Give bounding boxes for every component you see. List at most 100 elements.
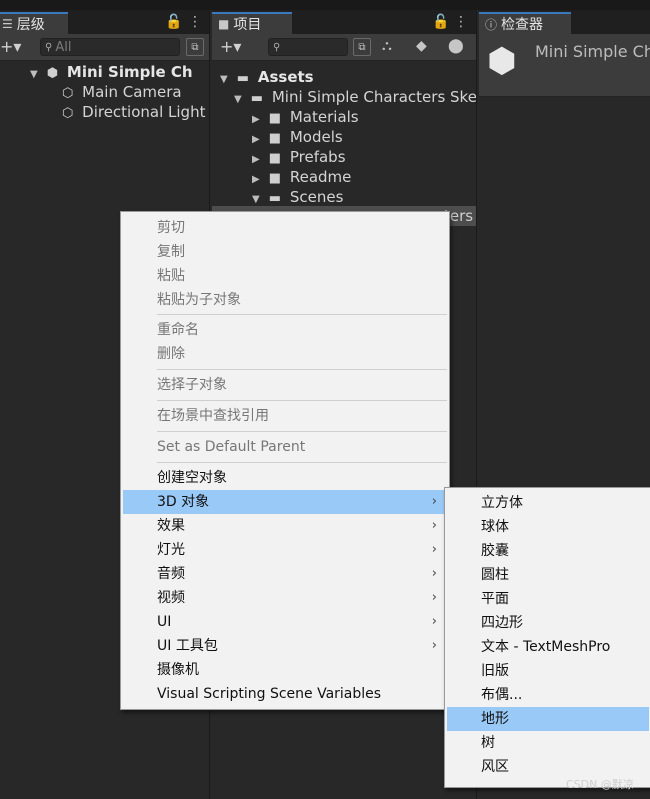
menu-item-effects[interactable]: 效果 › xyxy=(123,514,447,538)
hierarchy-item-main-camera[interactable]: ⬡ Main Camera xyxy=(62,82,182,102)
submenu-item-tree[interactable]: 树 xyxy=(447,731,649,755)
submenu-item-ragdoll[interactable]: 布偶... xyxy=(447,683,649,707)
menu-item-paste-as-child[interactable]: 粘贴为子对象 xyxy=(123,288,447,312)
menu-separator xyxy=(157,431,447,432)
menu-item-label: 粘贴 xyxy=(157,268,185,284)
menu-item-copy[interactable]: 复制 xyxy=(123,240,447,264)
unity-cube-icon: ⬢ xyxy=(487,41,517,81)
menu-item-label: 树 xyxy=(481,735,495,751)
submenu-item-cylinder[interactable]: 圆柱 xyxy=(447,563,649,587)
menu-item-label: 文本 - TextMeshPro xyxy=(481,639,611,655)
tab-project[interactable]: ■ 项目 xyxy=(212,12,292,34)
menu-item-create-empty[interactable]: 创建空对象 xyxy=(123,466,447,490)
watermark: CSDN @默凉 xyxy=(566,778,634,791)
folder-materials[interactable]: ▶ ■ Materials xyxy=(252,107,359,127)
create-dropdown-button[interactable]: +▾ xyxy=(220,37,241,56)
hierarchy-tabbar: ☰ 层级 🔓 ⋮ xyxy=(0,10,209,34)
label-tag-icon[interactable]: ◆ xyxy=(416,38,427,54)
menu-item-cut[interactable]: 剪切 xyxy=(123,216,447,240)
submenu-arrow-icon: › xyxy=(431,518,437,533)
menu-item-delete[interactable]: 删除 xyxy=(123,342,447,366)
menu-item-label: 立方体 xyxy=(481,495,523,511)
submenu-item-capsule[interactable]: 胶囊 xyxy=(447,539,649,563)
add-dropdown-button[interactable]: +▾ xyxy=(0,37,21,56)
folder-label: Prefabs xyxy=(289,148,346,166)
collapse-arrow-icon[interactable]: ▼ xyxy=(220,70,232,90)
collapse-arrow-icon[interactable]: ▼ xyxy=(30,65,42,85)
scene-row[interactable]: ▼ ⬢ Mini Simple Ch xyxy=(30,62,193,82)
menu-item-label: 选择子对象 xyxy=(157,377,227,393)
search-by-type-icon[interactable]: ⧉ xyxy=(353,38,371,56)
collapse-arrow-icon[interactable]: ▼ xyxy=(252,190,264,210)
menu-item-label: 效果 xyxy=(157,518,185,534)
folder-label: Mini Simple Characters Ske xyxy=(271,88,477,106)
folder-label: Materials xyxy=(289,108,359,126)
menu-item-ui[interactable]: UI › xyxy=(123,610,447,634)
more-options-icon[interactable]: ⋮ xyxy=(188,14,202,30)
menu-item-label: 重命名 xyxy=(157,322,199,338)
submenu-item-sphere[interactable]: 球体 xyxy=(447,515,649,539)
submenu-3d-object: 立方体 球体 胶囊 圆柱 平面 四边形 文本 - TextMeshPro 旧版 … xyxy=(444,487,650,788)
context-menu: 剪切 复制 粘贴 粘贴为子对象 重命名 删除 选择子对象 在场景中查找引用 Se… xyxy=(120,211,450,710)
menu-item-find-references[interactable]: 在场景中查找引用 xyxy=(123,404,447,428)
menu-item-rename[interactable]: 重命名 xyxy=(123,318,447,342)
folder-scenes[interactable]: ▼ ▬ Scenes xyxy=(252,187,343,207)
info-icon: ⓘ xyxy=(485,17,498,32)
submenu-arrow-icon: › xyxy=(431,638,437,653)
hierarchy-item-label: Directional Light xyxy=(82,103,206,121)
menu-item-label: UI 工具包 xyxy=(157,638,218,654)
menu-item-set-default-parent[interactable]: Set as Default Parent xyxy=(123,435,447,459)
folder-readme[interactable]: ▶ ■ Readme xyxy=(252,167,351,187)
menu-item-paste[interactable]: 粘贴 xyxy=(123,264,447,288)
submenu-item-text-meshpro[interactable]: 文本 - TextMeshPro xyxy=(447,635,649,659)
lock-icon[interactable]: 🔓 xyxy=(165,14,182,30)
folder-icon: ■ xyxy=(268,131,282,146)
inspector-tabbar: ⓘ 检查器 xyxy=(479,10,650,34)
collapse-arrow-icon[interactable]: ▼ xyxy=(234,90,246,110)
more-options-icon[interactable]: ⋮ xyxy=(454,14,468,30)
menu-item-video[interactable]: 视频 › xyxy=(123,586,447,610)
warning-icon[interactable]: ⬤ xyxy=(448,38,464,54)
menu-item-label: 胶囊 xyxy=(481,543,509,559)
folder-icon: ■ xyxy=(268,111,282,126)
project-toolbar: +▾ ⚲ ⧉ ⛬ ◆ ⬤ xyxy=(212,34,476,61)
menu-item-visual-scripting-scene-variables[interactable]: Visual Scripting Scene Variables xyxy=(123,682,447,706)
tab-inspector-label: 检查器 xyxy=(501,17,544,33)
folder-icon: ■ xyxy=(268,151,282,166)
folder-models[interactable]: ▶ ■ Models xyxy=(252,127,343,147)
menu-item-3d-object[interactable]: 3D 对象 › xyxy=(123,490,447,514)
hierarchy-search-input[interactable]: ⚲ All xyxy=(40,38,180,56)
submenu-arrow-icon: › xyxy=(431,590,437,605)
search-icon: ⚲ xyxy=(273,41,281,53)
filter-type-icon[interactable]: ⛬ xyxy=(382,38,392,54)
lock-icon[interactable]: 🔓 xyxy=(432,14,449,30)
menu-item-label: 在场景中查找引用 xyxy=(157,408,269,424)
scene-visibility-icon[interactable]: ⧉ xyxy=(186,38,204,56)
folder-label: Assets xyxy=(257,68,314,86)
folder-assets[interactable]: ▼ ▬ Assets xyxy=(220,67,314,87)
menu-item-label: 创建空对象 xyxy=(157,470,227,486)
menu-item-camera[interactable]: 摄像机 xyxy=(123,658,447,682)
submenu-item-cube[interactable]: 立方体 xyxy=(447,491,649,515)
tab-hierarchy[interactable]: ☰ 层级 xyxy=(0,12,68,34)
hierarchy-toolbar: +▾ ⚲ All ⧉ xyxy=(0,34,209,61)
open-folder-icon: ▬ xyxy=(250,91,264,106)
submenu-item-legacy[interactable]: 旧版 xyxy=(447,659,649,683)
menu-item-select-children[interactable]: 选择子对象 xyxy=(123,373,447,397)
submenu-item-terrain[interactable]: 地形 xyxy=(447,707,649,731)
folder-package[interactable]: ▼ ▬ Mini Simple Characters Ske xyxy=(234,87,477,110)
menu-separator xyxy=(157,314,447,315)
open-folder-icon: ▬ xyxy=(268,191,282,206)
inspector-header: ⬢ Mini Simple Ch xyxy=(479,34,650,97)
hierarchy-item-directional-light[interactable]: ⬡ Directional Light xyxy=(62,102,205,122)
inspector-object-name: Mini Simple Ch xyxy=(535,42,650,61)
gameobject-cube-icon: ⬡ xyxy=(62,86,74,101)
submenu-item-quad[interactable]: 四边形 xyxy=(447,611,649,635)
project-search-input[interactable]: ⚲ xyxy=(268,38,348,56)
menu-item-audio[interactable]: 音频 › xyxy=(123,562,447,586)
folder-prefabs[interactable]: ▶ ■ Prefabs xyxy=(252,147,346,167)
tab-inspector[interactable]: ⓘ 检查器 xyxy=(479,12,571,34)
menu-item-light[interactable]: 灯光 › xyxy=(123,538,447,562)
menu-item-ui-toolkit[interactable]: UI 工具包 › xyxy=(123,634,447,658)
submenu-item-plane[interactable]: 平面 xyxy=(447,587,649,611)
